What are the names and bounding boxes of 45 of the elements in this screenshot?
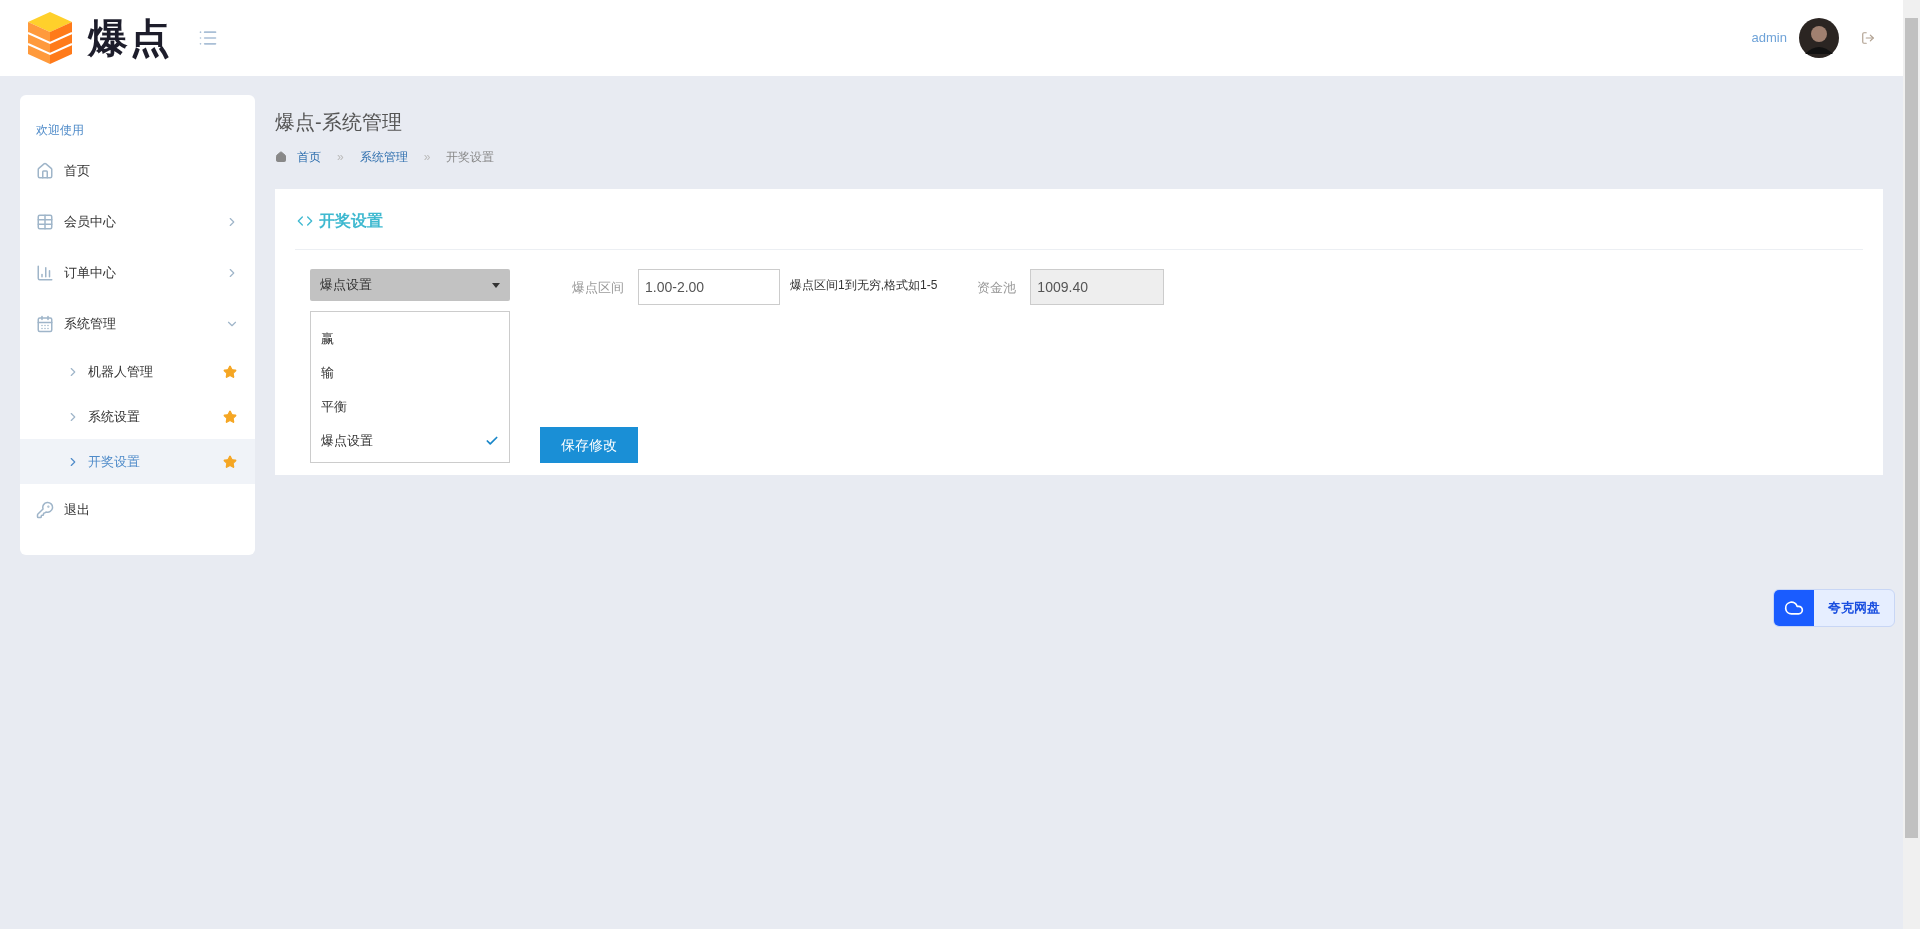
widget-label: 夸克网盘 [1827, 599, 1881, 618]
scrollbar[interactable] [1903, 0, 1920, 929]
star-icon [223, 364, 237, 379]
field-label: 资金池 [977, 279, 1017, 297]
star-icon [223, 454, 237, 469]
caret-icon [492, 282, 500, 288]
dropdown-option[interactable]: 赢 [311, 322, 509, 356]
logo-text: 爆点 [88, 15, 172, 62]
key-icon [36, 500, 54, 519]
breadcrumb-link[interactable]: 系统管理 [359, 148, 408, 166]
home-icon [275, 151, 287, 163]
menu-icon[interactable] [198, 28, 218, 48]
calendar-icon [36, 314, 54, 333]
breadcrumb-current: 开奖设置 [446, 149, 495, 166]
sidebar-item[interactable]: 退出 [20, 484, 255, 535]
panel-title: 开奖设置 [319, 211, 383, 231]
table-icon [36, 212, 54, 231]
breadcrumb-separator: » [336, 149, 345, 166]
dropdown-option[interactable]: 爆点设置 [311, 424, 509, 458]
field-label: 爆点区间 [572, 279, 624, 297]
sidebar-item[interactable]: 首页 [20, 145, 255, 196]
sidebar-item[interactable]: 会员中心 [20, 196, 255, 247]
cloud-icon [1784, 598, 1804, 618]
sidebar-item[interactable]: 系统管理 [20, 298, 255, 349]
field-hint: 爆点区间1到无穷,格式如1-5 [790, 277, 938, 294]
breadcrumb-link[interactable]: 首页 [297, 148, 321, 166]
avatar[interactable] [1799, 18, 1839, 58]
text-field[interactable]: 1.00-2.00 [638, 269, 780, 305]
star-icon [223, 409, 237, 424]
home-icon [36, 161, 54, 180]
logout-icon[interactable] [1861, 31, 1875, 45]
sidebar-heading: 欢迎使用 [35, 122, 85, 139]
code-icon [297, 213, 313, 229]
dropdown-option[interactable]: 输 [311, 356, 509, 390]
chart-icon [36, 263, 54, 282]
breadcrumb-separator: » [422, 149, 432, 166]
sidebar-item[interactable]: 订单中心 [20, 247, 255, 298]
submenu-item[interactable]: 机器人管理 [20, 349, 255, 394]
page-title: 爆点-系统管理 [275, 110, 403, 135]
cloud-drive-widget[interactable]: 夸克网盘 [1773, 589, 1895, 627]
cube-logo-icon [26, 10, 74, 66]
save-button[interactable]: 保存修改 [540, 427, 638, 463]
submenu-item[interactable]: 系统设置 [20, 394, 255, 439]
dropdown-option[interactable]: 平衡 [311, 390, 509, 424]
dropdown-select[interactable]: 爆点设置 [310, 269, 510, 301]
